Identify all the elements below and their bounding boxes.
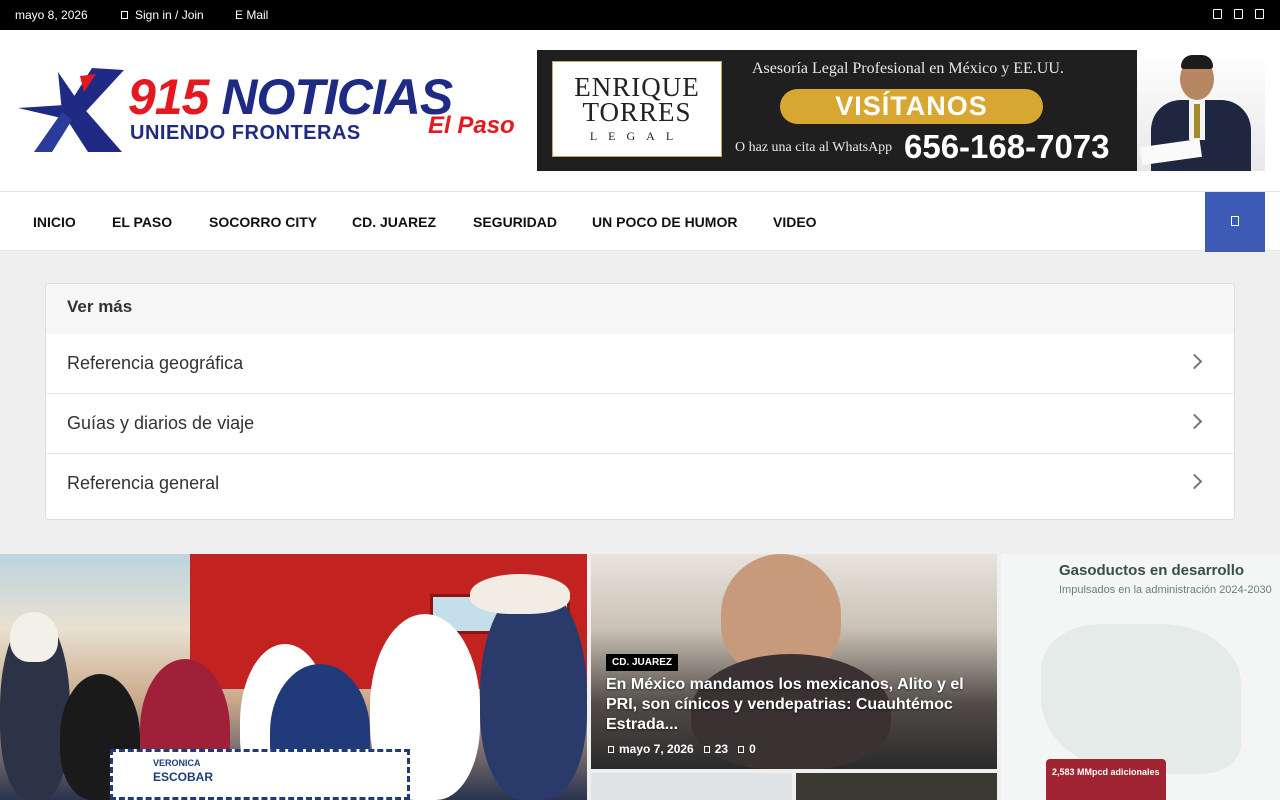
category-badge[interactable]: CD. JUAREZ [606,654,679,671]
infographic-stat: 2,583 MMpcd adicionales [1046,759,1166,800]
signin-label: Sign in / Join [135,8,204,22]
logo-name: NOTICIAS [221,69,453,125]
ad-subtext: O haz una cita al WhatsApp [735,140,893,155]
ver-mas-row-label: Referencia general [67,473,220,493]
site-header: 915 NOTICIAS UNIENDO FRONTERAS El Paso E… [0,30,1280,191]
ad-tagline: Asesoría Legal Profesional en México y E… [752,60,1064,77]
main-nav: INICIO EL PASO SOCORRO CITY CD. JUAREZ S… [0,191,1280,252]
check-sign: VERONICA ESCOBAR [110,749,410,800]
ver-mas-card: Ver más Referencia geográfica Guías y di… [45,283,1235,520]
article-views: 23 [714,742,729,756]
facebook-icon[interactable] [1213,9,1222,19]
banner-ad[interactable]: ENRIQUE TORRES LEGAL Asesoría Legal Prof… [537,50,1265,171]
chevron-right-icon [1186,413,1203,430]
site-logo[interactable]: 915 NOTICIAS UNIENDO FRONTERAS El Paso [18,68,518,154]
ad-lawyer-photo [1137,50,1265,171]
twitter-icon[interactable] [1234,9,1243,19]
ver-mas-row-label: Guías y diarios de viaje [67,413,255,433]
infographic-heading: Gasoductos en desarrollo [1059,562,1245,579]
nav-cd-juarez[interactable]: CD. JUAREZ [352,214,436,230]
ver-mas-row[interactable]: Referencia general [46,454,1234,514]
comment-icon [738,746,745,753]
ad-phone: 656-168-7073 [904,128,1110,165]
article-comments: 0 [749,742,756,756]
signin-link[interactable]: Sign in / Join [121,8,204,22]
nav-socorro-city[interactable]: SOCORRO CITY [209,214,317,230]
nav-el-paso[interactable]: EL PASO [112,214,172,230]
youtube-icon[interactable] [1255,9,1264,19]
logo-number: 915 [128,69,209,125]
search-icon [1231,216,1239,226]
article-meta: mayo 7, 2026 23 0 [608,742,756,756]
chevron-right-icon [1186,473,1203,490]
chevron-right-icon [1186,353,1203,370]
ad-brand-line3: LEGAL [589,129,685,143]
logo-title: 915 NOTICIAS [128,68,453,126]
star-logo-icon [18,68,124,152]
nav-un-poco-de-humor[interactable]: UN POCO DE HUMOR [592,214,737,230]
user-icon [121,11,128,19]
featured-article-image[interactable]: VERONICA ESCOBAR [0,554,587,800]
eye-icon [703,746,710,753]
search-button[interactable] [1205,192,1265,252]
ad-brand-line2: TORRES [582,97,692,127]
article-card-infographic[interactable]: Gasoductos en desarrollo Impulsados en l… [1001,554,1280,800]
article-title[interactable]: En México mandamos los mexicanos, Alito … [606,675,976,735]
ver-mas-row[interactable]: Referencia geográfica [46,334,1234,394]
email-link[interactable]: E Mail [235,8,268,22]
logo-tagline: UNIENDO FRONTERAS [130,122,361,144]
ver-mas-row-label: Referencia geográfica [67,353,244,373]
infographic-subheading: Impulsados en la administración 2024-203… [1059,584,1272,596]
check-sign-line1: VERONICA [153,758,201,768]
nav-inicio[interactable]: INICIO [33,214,76,230]
article-card[interactable]: CD. JUAREZ En México mandamos los mexica… [591,554,997,769]
calendar-icon [608,746,614,753]
ad-brand-logo: ENRIQUE TORRES LEGAL [552,61,722,157]
ad-cta-button[interactable]: VISÍTANOS [780,89,1043,124]
article-date: mayo 7, 2026 [619,742,694,756]
ver-mas-row[interactable]: Guías y diarios de viaje [46,394,1234,454]
nav-video[interactable]: VIDEO [773,214,817,230]
current-date: mayo 8, 2026 [15,8,88,22]
ver-mas-title: Ver más [46,284,1234,334]
article-thumbnail[interactable] [591,773,792,800]
mexico-map-graphic [1041,624,1241,774]
article-thumbnail[interactable] [796,773,997,800]
top-bar: mayo 8, 2026 Sign in / Join E Mail [0,0,1280,30]
logo-city: El Paso [428,112,515,139]
check-sign-line2: ESCOBAR [153,770,214,784]
nav-seguridad[interactable]: SEGURIDAD [473,214,557,230]
